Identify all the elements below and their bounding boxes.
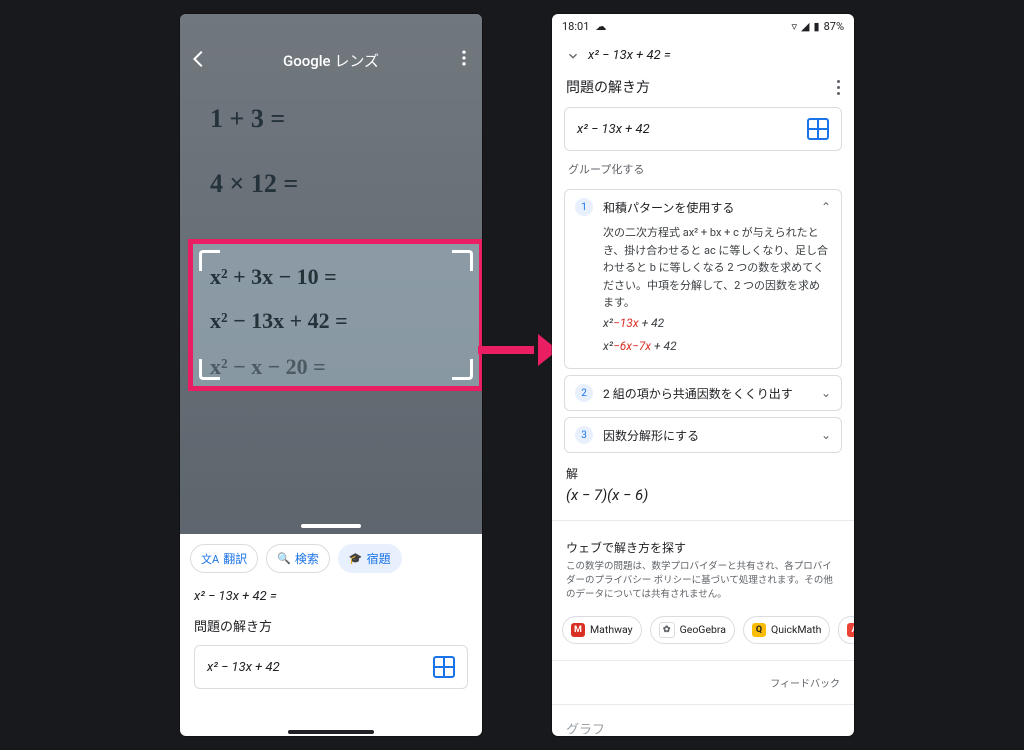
- chip-translate[interactable]: 文A 翻訳: [190, 544, 258, 573]
- step-number: 3: [575, 426, 593, 444]
- captured-text-1: 1 + 3 =: [210, 104, 285, 134]
- keypad-icon[interactable]: [433, 656, 455, 678]
- cloud-icon: ☁: [595, 20, 606, 33]
- phone-right: 18:01 ☁ ▿ ◢ ▮ 87% x² − 13x + 42 = 問題の解き方…: [552, 14, 854, 736]
- crop-handle-br[interactable]: [452, 359, 473, 380]
- wifi-icon: ▿: [792, 20, 798, 33]
- step-number: 1: [575, 198, 593, 216]
- step-3: 3 因数分解形にする ⌄: [564, 417, 842, 453]
- step-2-header[interactable]: 2 2 組の項から共通因数をくくり出す ⌄: [565, 376, 841, 410]
- collapsed-equation: x² − 13x + 42 =: [588, 48, 671, 63]
- chip-translate-label: 翻訳: [223, 550, 247, 567]
- divider: [552, 660, 854, 661]
- provider-name: Mathway: [590, 623, 633, 636]
- chip-search[interactable]: 🔍 検索: [266, 544, 330, 573]
- search-icon: 🔍: [277, 552, 291, 565]
- step-title: 因数分解形にする: [603, 427, 811, 444]
- chevron-up-icon: ⌃: [821, 200, 831, 214]
- equation-input-card[interactable]: x² − 13x + 42: [194, 645, 468, 689]
- provider-mathway[interactable]: M Mathway: [562, 616, 642, 644]
- captured-text-2: 4 × 12 =: [210, 169, 298, 199]
- crop-handle-tr[interactable]: [452, 250, 473, 271]
- nav-pill[interactable]: [288, 730, 374, 734]
- feedback-link[interactable]: フィードバック: [552, 669, 854, 696]
- chevron-down-icon: ⌄: [821, 428, 831, 442]
- provider-name: GeoGebra: [680, 623, 726, 636]
- method-label: グループ化する: [552, 157, 854, 183]
- equation-input-value: x² − 13x + 42: [577, 122, 650, 137]
- captured-text-3: x² + 3x − 10 =: [210, 264, 337, 290]
- detected-equation: x² − 13x + 42 =: [180, 579, 482, 606]
- step-1: 1 和積パターンを使用する ⌃ 次の二次方程式 ax² + bx + c が与え…: [564, 189, 842, 369]
- lens-header: Google レンズ: [180, 38, 482, 82]
- lens-title: Google レンズ: [283, 50, 379, 71]
- step-1-explanation: 次の二次方程式 ax² + bx + c が与えられたとき、掛け合わせると ac…: [603, 224, 829, 312]
- mode-chip-row: 文A 翻訳 🔍 検索 🎓 宿題: [180, 534, 482, 579]
- provider-badge: M: [571, 623, 585, 637]
- homework-icon: 🎓: [349, 552, 363, 565]
- provider-overflow[interactable]: A: [838, 616, 854, 644]
- divider: [552, 704, 854, 705]
- web-search-label: ウェブで解き方を探す: [552, 529, 854, 560]
- solution-label: 解: [552, 453, 854, 484]
- provider-geogebra[interactable]: ✿ GeoGebra: [650, 616, 735, 644]
- provider-row: M Mathway ✿ GeoGebra Q QuickMath A: [552, 610, 854, 652]
- results-sheet: 文A 翻訳 🔍 検索 🎓 宿題 x² − 13x + 42 = 問題の解き方 x…: [180, 534, 482, 710]
- step-number: 2: [575, 384, 593, 402]
- captured-text-4: x² − 13x + 42 =: [210, 308, 348, 334]
- howto-header: 問題の解き方: [552, 73, 854, 103]
- chevron-down-icon: ⌄: [821, 386, 831, 400]
- more-button[interactable]: [837, 80, 840, 95]
- equation-input-value: x² − 13x + 42: [207, 660, 280, 675]
- howto-label: 問題の解き方: [566, 77, 650, 97]
- status-time: 18:01: [562, 20, 589, 33]
- provider-name: QuickMath: [771, 623, 821, 636]
- camera-view: 18:01 ☁ ▿ ◢ ▮ 87% Google レンズ 1 + 3 = 4 ×…: [180, 14, 482, 534]
- howto-label: 問題の解き方: [180, 606, 482, 641]
- captured-text-5: x² − x − 20 =: [210, 354, 326, 380]
- status-bar: 18:01 ☁ ▿ ◢ ▮ 87%: [552, 14, 854, 38]
- provider-badge: ✿: [659, 622, 675, 638]
- step-1-math-a: x²−13x + 42: [603, 312, 829, 335]
- step-1-math-b: x²−6x−7x + 42: [603, 335, 829, 358]
- collapse-row[interactable]: x² − 13x + 42 =: [552, 38, 854, 73]
- signal-icon: ◢: [801, 20, 809, 33]
- keypad-icon[interactable]: [807, 118, 829, 140]
- provider-badge: Q: [752, 623, 766, 637]
- battery-pct: 87%: [824, 20, 844, 33]
- chip-search-label: 検索: [295, 550, 319, 567]
- step-title: 和積パターンを使用する: [603, 199, 811, 216]
- back-button[interactable]: [188, 48, 210, 70]
- phone-left: 18:01 ☁ ▿ ◢ ▮ 87% Google レンズ 1 + 3 = 4 ×…: [180, 14, 482, 736]
- section-cutoff: グラフ: [552, 713, 854, 734]
- chip-homework[interactable]: 🎓 宿題: [338, 544, 402, 573]
- chevron-down-icon: [566, 49, 580, 63]
- translate-icon: 文A: [201, 551, 219, 567]
- step-title: 2 組の項から共通因数をくくり出す: [603, 385, 811, 402]
- provider-disclaimer: この数学の問題は、数学プロバイダーと共有され、各プロバイダーのプライバシー ポリ…: [552, 560, 854, 609]
- step-3-header[interactable]: 3 因数分解形にする ⌄: [565, 418, 841, 452]
- annotation-arrow: [478, 330, 558, 370]
- step-2: 2 2 組の項から共通因数をくくり出す ⌄: [564, 375, 842, 411]
- more-button[interactable]: [454, 48, 474, 68]
- solution-value: (x − 7)(x − 6): [552, 484, 854, 512]
- provider-quickmath[interactable]: Q QuickMath: [743, 616, 830, 644]
- step-1-header[interactable]: 1 和積パターンを使用する ⌃: [565, 190, 841, 224]
- provider-badge: A: [847, 623, 854, 637]
- sheet-grabber[interactable]: [301, 524, 361, 528]
- battery-icon: ▮: [814, 20, 820, 33]
- chip-homework-label: 宿題: [367, 550, 391, 567]
- divider: [552, 520, 854, 521]
- equation-input-card[interactable]: x² − 13x + 42: [564, 107, 842, 151]
